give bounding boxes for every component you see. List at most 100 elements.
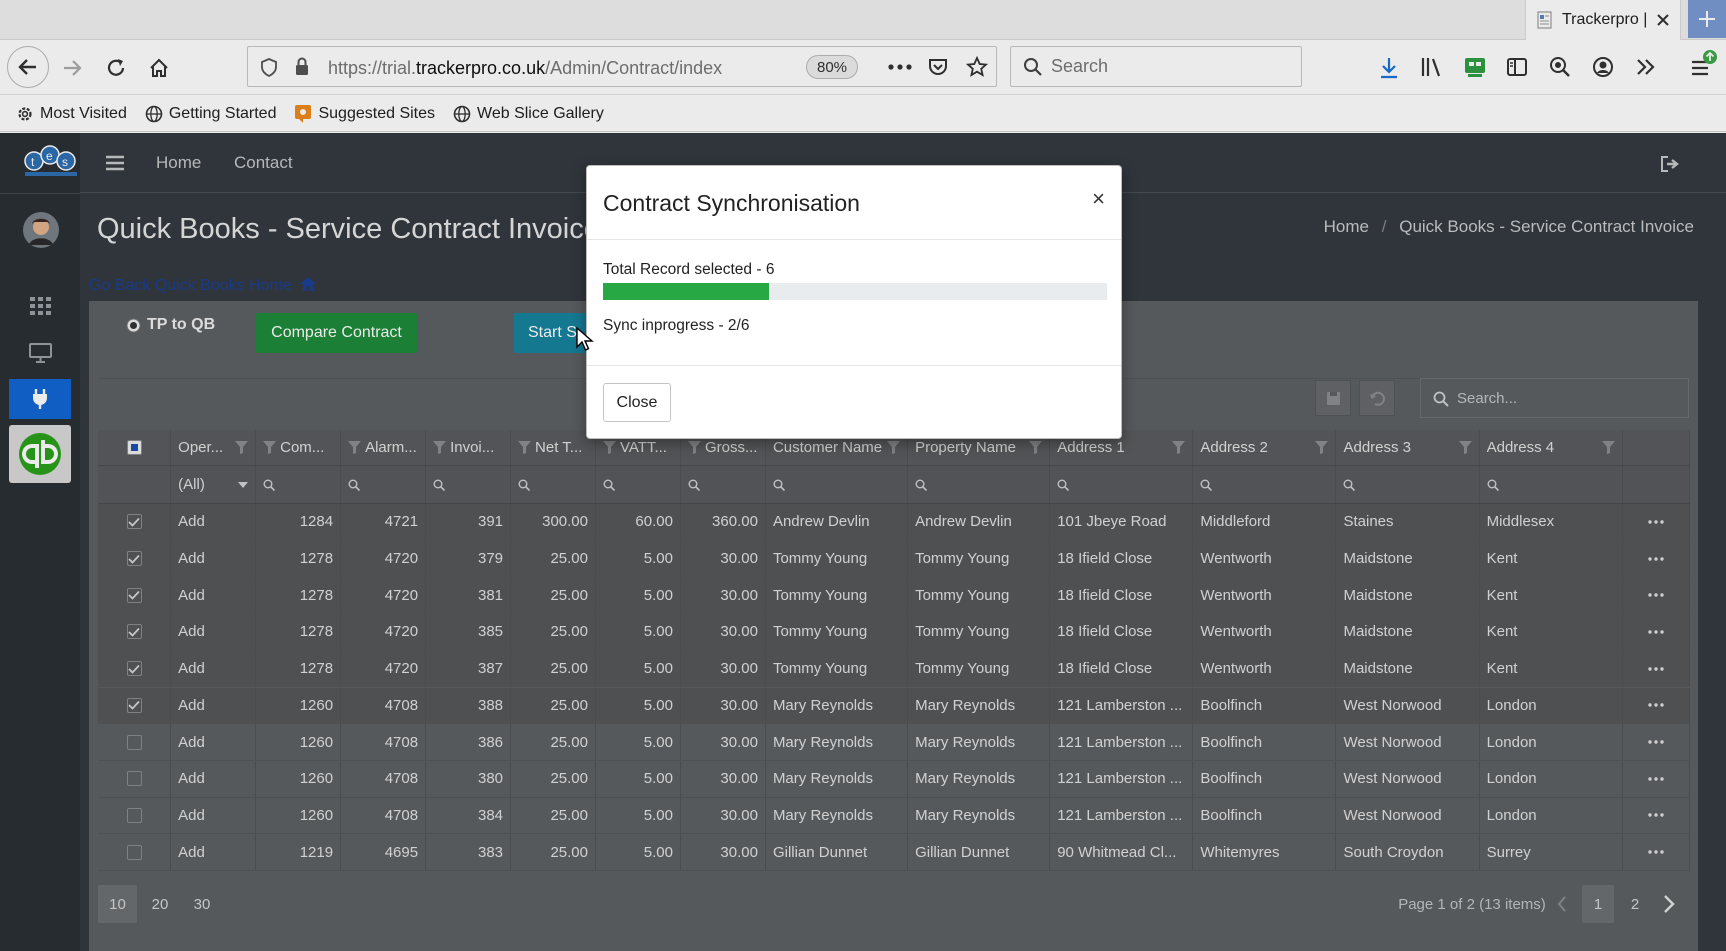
row-checkbox[interactable] xyxy=(126,697,142,713)
browser-search-input[interactable]: Search xyxy=(1010,46,1302,87)
filter-icon[interactable] xyxy=(1172,441,1186,454)
bookmark-getting-started[interactable]: Getting Started xyxy=(145,105,276,123)
page-button-1[interactable]: 1 xyxy=(1582,885,1614,923)
row-select-cell[interactable] xyxy=(98,834,172,870)
column-header[interactable]: Alarm... xyxy=(341,430,427,465)
menu-update-icon[interactable] xyxy=(1690,48,1718,80)
column-filter-input[interactable] xyxy=(511,466,596,503)
row-actions-cell[interactable] xyxy=(1623,614,1690,650)
overflow-chevrons-icon[interactable] xyxy=(1636,58,1656,76)
row-actions-cell[interactable] xyxy=(1623,834,1690,870)
column-filter-input[interactable] xyxy=(1193,466,1337,503)
reload-button[interactable] xyxy=(96,48,136,88)
bookmark-suggested-sites[interactable]: Suggested Sites xyxy=(294,104,435,124)
column-filter-input[interactable]: (All) xyxy=(171,466,257,503)
filter-icon[interactable] xyxy=(263,441,277,454)
column-filter-input[interactable] xyxy=(1336,466,1480,503)
table-row[interactable]: Add 1260 4708 386 25.00 5.00 30.00 Mary Reynold… xyxy=(98,724,1690,761)
go-back-link[interactable]: Go Back Quick Books Home xyxy=(89,276,317,295)
more-actions-icon[interactable] xyxy=(1648,666,1664,671)
extension-icon[interactable] xyxy=(1463,56,1487,78)
pocket-icon[interactable] xyxy=(928,57,948,77)
prev-page-button[interactable] xyxy=(1550,885,1574,923)
close-button[interactable]: Close xyxy=(603,383,671,422)
table-row[interactable]: Add 1278 4720 385 25.00 5.00 30.00 Tommy Young T… xyxy=(98,614,1690,651)
column-filter-input[interactable] xyxy=(766,466,909,503)
avatar[interactable] xyxy=(22,211,60,249)
table-row[interactable]: Add 1278 4720 381 25.00 5.00 30.00 Tommy Young T… xyxy=(98,577,1690,615)
column-header[interactable]: Net T... xyxy=(511,430,596,465)
column-header[interactable]: Address 3 xyxy=(1336,430,1480,465)
row-select-cell[interactable] xyxy=(98,577,172,614)
star-icon[interactable] xyxy=(966,56,988,78)
nav-link-home[interactable]: Home xyxy=(156,153,201,173)
dropdown-icon[interactable] xyxy=(238,481,249,488)
logout-icon[interactable] xyxy=(1660,155,1680,173)
column-filter-input[interactable] xyxy=(681,466,766,503)
filter-icon[interactable] xyxy=(235,441,249,454)
page-size-20[interactable]: 20 xyxy=(142,885,178,923)
row-actions-cell[interactable] xyxy=(1623,650,1690,687)
column-header[interactable]: Address 4 xyxy=(1480,430,1623,465)
row-checkbox[interactable] xyxy=(126,587,142,603)
filter-icon[interactable] xyxy=(687,441,701,454)
bookmark-most-visited[interactable]: Most Visited xyxy=(16,105,127,123)
row-checkbox[interactable] xyxy=(126,661,142,677)
filter-icon[interactable] xyxy=(518,441,532,454)
bookmark-web-slice-gallery[interactable]: Web Slice Gallery xyxy=(453,105,604,123)
column-header[interactable]: Address 2 xyxy=(1193,430,1337,465)
filter-icon[interactable] xyxy=(1315,441,1329,454)
table-row[interactable]: Add 1260 4708 380 25.00 5.00 30.00 Mary Reynold… xyxy=(98,760,1690,798)
table-row[interactable]: Add 1260 4708 388 25.00 5.00 30.00 Mary Reynold… xyxy=(98,687,1690,725)
row-select-cell[interactable] xyxy=(98,540,172,577)
account-icon[interactable] xyxy=(1592,56,1614,78)
row-checkbox[interactable] xyxy=(126,844,142,860)
row-select-cell[interactable] xyxy=(98,797,172,834)
row-select-cell[interactable] xyxy=(98,724,172,760)
column-filter-input[interactable] xyxy=(596,466,681,503)
url-text[interactable]: https://trial.trackerpro.co.uk/Admin/Con… xyxy=(328,58,722,79)
nav-link-contact[interactable]: Contact xyxy=(234,153,293,173)
page-size-30[interactable]: 30 xyxy=(182,885,222,923)
row-checkbox[interactable] xyxy=(126,624,142,640)
row-select-cell[interactable] xyxy=(98,760,172,797)
more-actions-icon[interactable] xyxy=(1648,813,1664,818)
row-actions-cell[interactable] xyxy=(1623,504,1690,540)
row-checkbox[interactable] xyxy=(126,514,142,530)
address-bar[interactable]: https://trial.trackerpro.co.uk/Admin/Con… xyxy=(247,46,997,87)
more-actions-icon[interactable] xyxy=(1648,593,1664,597)
filter-icon[interactable] xyxy=(1029,441,1043,454)
more-actions-icon[interactable] xyxy=(1648,630,1664,634)
row-select-cell[interactable] xyxy=(98,687,172,724)
filter-icon[interactable] xyxy=(887,441,901,454)
column-header[interactable]: Com... xyxy=(256,430,342,465)
row-checkbox[interactable] xyxy=(126,807,142,823)
table-row[interactable]: Add 1219 4695 383 25.00 5.00 30.00 Gillian Dunn… xyxy=(98,834,1690,871)
shield-icon[interactable] xyxy=(260,58,278,77)
column-filter-input[interactable] xyxy=(426,466,512,503)
row-actions-cell[interactable] xyxy=(1623,687,1690,724)
reader-view-icon[interactable] xyxy=(1506,56,1528,78)
row-select-cell[interactable] xyxy=(98,650,172,687)
more-actions-icon[interactable] xyxy=(1648,850,1664,854)
more-icon[interactable] xyxy=(888,64,912,70)
breadcrumb-home[interactable]: Home xyxy=(1324,217,1369,236)
forward-button[interactable] xyxy=(52,48,92,88)
grid-search-input[interactable]: Search... xyxy=(1420,378,1689,418)
filter-icon[interactable] xyxy=(348,441,362,454)
home-button[interactable] xyxy=(139,48,179,88)
filter-icon[interactable] xyxy=(1458,441,1472,454)
library-icon[interactable] xyxy=(1420,56,1444,78)
tp-to-qb-radio[interactable]: TP to QB xyxy=(126,316,215,334)
back-button[interactable] xyxy=(7,46,49,88)
column-filter-input[interactable] xyxy=(1480,466,1623,503)
column-header[interactable]: Oper... xyxy=(171,430,257,465)
grid-icon[interactable] xyxy=(30,297,51,315)
select-all-cell[interactable] xyxy=(98,430,172,465)
row-select-cell[interactable] xyxy=(98,504,172,540)
browser-tab[interactable]: Trackerpro | xyxy=(1525,0,1681,40)
column-filter-input[interactable] xyxy=(341,466,427,503)
table-row[interactable]: Add 1260 4708 384 25.00 5.00 30.00 Mary Reynold… xyxy=(98,797,1690,835)
row-actions-cell[interactable] xyxy=(1623,540,1690,577)
row-select-cell[interactable] xyxy=(98,614,172,650)
